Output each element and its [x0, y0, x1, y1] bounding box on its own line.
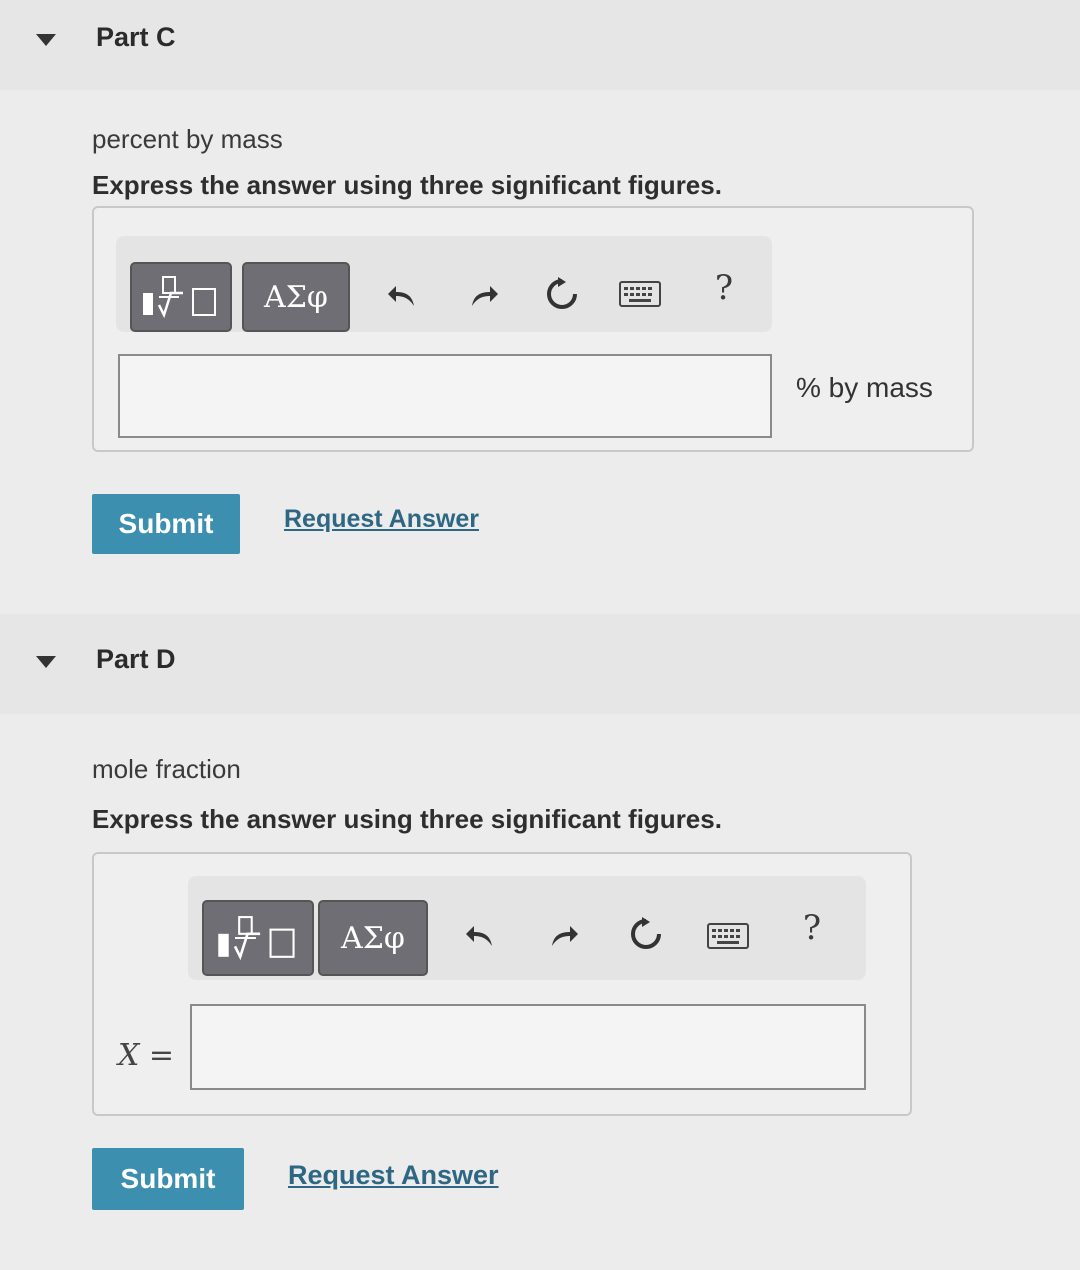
part-d-answer-box: ΑΣφ ? X = — [92, 852, 912, 1116]
fraction-sqrt-template-icon — [216, 915, 300, 961]
keyboard-icon[interactable] — [704, 912, 752, 960]
help-button[interactable]: ? — [700, 264, 748, 312]
reset-icon[interactable] — [538, 270, 586, 318]
part-c-request-answer-link[interactable]: Request Answer — [284, 505, 479, 534]
greek-symbols-button[interactable]: ΑΣφ — [242, 262, 350, 332]
part-c-header[interactable]: Part C — [0, 0, 1080, 90]
part-c-unit-label: % by mass — [796, 372, 933, 403]
part-d-title: Part D — [96, 644, 176, 674]
reset-icon[interactable] — [622, 910, 670, 958]
help-button[interactable]: ? — [788, 904, 836, 952]
part-d-math-toolbar: ΑΣφ ? — [188, 876, 866, 980]
part-d-prompt: mole fraction — [92, 754, 241, 784]
fraction-sqrt-template-icon — [141, 275, 221, 319]
part-c-answer-box: ΑΣφ ? % by mass — [92, 206, 974, 452]
greek-symbols-button[interactable]: ΑΣφ — [318, 900, 428, 976]
part-d-instruction: Express the answer using three significa… — [92, 804, 722, 834]
undo-icon[interactable] — [378, 272, 426, 320]
part-d-request-answer-link[interactable]: Request Answer — [288, 1160, 499, 1191]
redo-icon[interactable] — [460, 272, 508, 320]
part-d-header[interactable]: Part D — [0, 614, 1080, 714]
undo-icon[interactable] — [456, 912, 504, 960]
part-d-submit-button[interactable]: Submit — [92, 1148, 244, 1210]
templates-button[interactable] — [130, 262, 232, 332]
part-c-submit-button[interactable]: Submit — [92, 494, 240, 554]
part-c-math-toolbar: ΑΣφ ? — [116, 236, 772, 332]
keyboard-icon[interactable] — [616, 270, 664, 318]
templates-button[interactable] — [202, 900, 314, 976]
part-c-title: Part C — [96, 22, 176, 52]
mole-fraction-variable-label: X = — [118, 1038, 175, 1073]
part-c-prompt: percent by mass — [92, 124, 283, 154]
collapse-caret-icon[interactable] — [36, 34, 56, 46]
collapse-caret-icon[interactable] — [36, 656, 56, 668]
part-d-answer-input[interactable] — [190, 1004, 866, 1090]
part-c-instruction: Express the answer using three significa… — [92, 170, 722, 200]
redo-icon[interactable] — [540, 912, 588, 960]
part-c-answer-input[interactable] — [118, 354, 772, 438]
